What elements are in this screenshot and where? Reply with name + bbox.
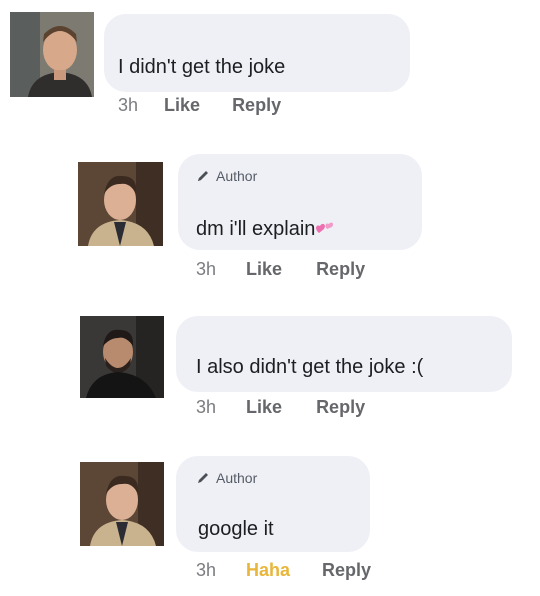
comment-2-time: 3h (196, 259, 217, 279)
pencil-icon (198, 171, 208, 181)
comment-2-text-content: dm i'll explain (196, 218, 316, 240)
reply-button[interactable]: Reply (316, 259, 365, 280)
comment-1-bubble (104, 14, 410, 92)
reply-button[interactable]: Reply (316, 397, 365, 418)
comment-3-avatar[interactable] (80, 316, 164, 398)
avatar-image (80, 462, 164, 546)
comment-1-avatar[interactable] (10, 12, 94, 97)
comment-4-time: 3h (196, 560, 217, 580)
comment-3-actions: 3h Like Reply (196, 397, 365, 418)
like-button[interactable]: Like (164, 95, 200, 116)
like-button[interactable]: Like (246, 259, 282, 280)
comment-4-actions: 3h Haha Reply (196, 560, 371, 581)
pink-hearts-emoji-icon (316, 222, 334, 233)
comment-4-text: google it (198, 518, 274, 540)
comment-4-avatar[interactable] (80, 462, 164, 546)
comment-2-actions: 3h Like Reply (196, 259, 365, 280)
like-button[interactable]: Like (246, 397, 282, 418)
reply-button[interactable]: Reply (232, 95, 281, 116)
comment-1-text: I didn't get the joke (118, 56, 286, 78)
reply-button[interactable]: Reply (322, 560, 371, 581)
avatar-image (10, 12, 94, 97)
comment-3-text: I also didn't get the joke :( (196, 356, 424, 378)
comment-2-avatar[interactable] (78, 162, 163, 246)
avatar-image (80, 316, 164, 398)
comment-2-text: dm i'll explain (196, 218, 335, 241)
comment-4-author-badge: Author (196, 470, 257, 486)
comment-2-author-badge: Author (196, 168, 257, 184)
author-label: Author (216, 470, 258, 486)
comment-3-bubble (176, 316, 512, 392)
avatar-image (78, 162, 163, 246)
pencil-icon (198, 473, 208, 483)
haha-reaction-button[interactable]: Haha (246, 560, 290, 581)
comment-1-time: 3h (118, 95, 139, 115)
author-label: Author (216, 168, 258, 184)
comment-3-time: 3h (196, 397, 217, 417)
comment-1-actions: 3h Like Reply (118, 95, 281, 116)
